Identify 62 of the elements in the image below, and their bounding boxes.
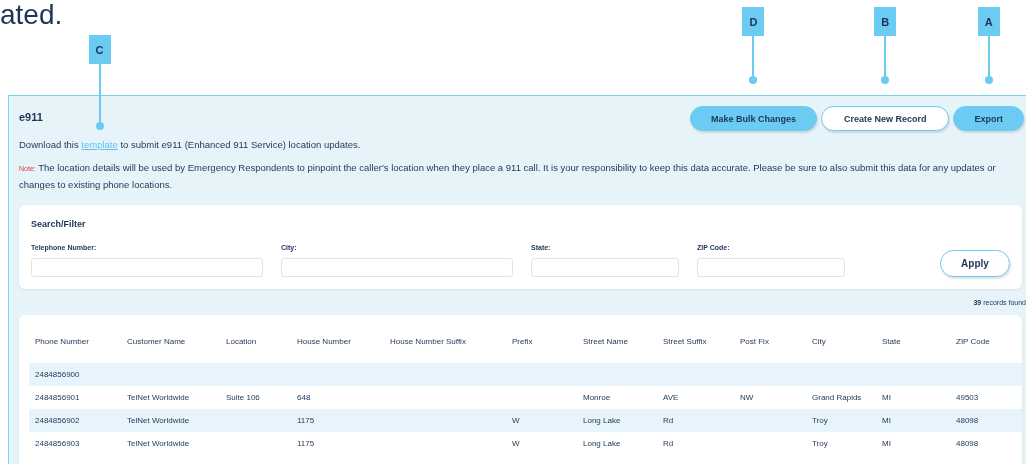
- table-cell-text: MI: [881, 393, 892, 402]
- table-cell-text: 648: [296, 393, 312, 402]
- column-header: Street Name: [582, 337, 629, 348]
- table-cell-text: AVE: [662, 393, 680, 402]
- table-cell-text: TelNet Worldwide: [126, 439, 191, 448]
- column-header: Phone Number: [34, 337, 90, 348]
- table-cell-text: MI: [881, 416, 892, 425]
- column-header: State: [881, 337, 902, 348]
- filter-input[interactable]: [281, 258, 513, 277]
- column-header: Post Fix: [739, 337, 770, 348]
- table-row[interactable]: 2484856900: [29, 363, 1022, 386]
- column-header: House Number: [296, 337, 352, 348]
- table-cell-text: 2484856903: [34, 439, 81, 448]
- table-cell-text: Long Lake: [582, 416, 622, 425]
- table-cell-text: 1175: [296, 439, 316, 448]
- table-cell-text: 2484856901: [34, 393, 81, 402]
- action-button[interactable]: Make Bulk Changes: [689, 106, 817, 131]
- callout-label: A: [977, 7, 1000, 36]
- callout-label: B: [874, 7, 897, 36]
- table-cell-text: TelNet Worldwide: [126, 416, 191, 425]
- leader-line: [94, 64, 105, 130]
- leader-line: [983, 36, 994, 84]
- callout-label: C: [88, 35, 111, 64]
- table-cell-text: W: [511, 439, 521, 448]
- column-header: Street Suffix: [662, 337, 708, 348]
- column-header: Customer Name: [126, 337, 187, 348]
- table-cell-text: Monroe: [582, 393, 612, 402]
- column-header: Location: [225, 337, 258, 348]
- table-cell-text: Suite 106: [225, 393, 261, 402]
- column-header: House Number Suffix: [389, 337, 467, 348]
- filter-input[interactable]: [31, 258, 263, 277]
- leader-line: [880, 36, 891, 84]
- table-cell-text: Grand Rapids: [811, 393, 863, 402]
- table-cell-text: 1175: [296, 416, 316, 425]
- table-cell-text: 2484856902: [34, 416, 81, 425]
- table-cell-text: 49503: [955, 393, 980, 402]
- filter-title: Search/Filter: [31, 219, 87, 229]
- action-button[interactable]: Export: [953, 106, 1024, 131]
- column-header: City: [811, 337, 827, 348]
- panel-title: e911: [19, 111, 43, 123]
- outline-button[interactable]: Create New Record: [820, 106, 950, 131]
- heading-fragment: ated.: [0, 0, 63, 30]
- table-cell-text: 48098: [955, 439, 980, 448]
- table-cell-text: MI: [881, 439, 892, 448]
- leader-line: [748, 36, 759, 84]
- table-cell-text: Rd: [662, 439, 675, 448]
- table-cell-text: TelNet Worldwide: [126, 393, 191, 402]
- table-cell-text: Troy: [811, 439, 829, 448]
- callout-label: D: [742, 7, 765, 36]
- table-cell-text: W: [511, 416, 521, 425]
- apply-button[interactable]: Apply: [940, 250, 1010, 277]
- filter-input[interactable]: [531, 258, 679, 277]
- filter-input[interactable]: [697, 258, 845, 277]
- table-cell-text: Long Lake: [582, 439, 622, 448]
- table-cell-text: NW: [739, 393, 755, 402]
- column-header: ZIP Code: [955, 337, 991, 348]
- column-header: Prefix: [511, 337, 534, 348]
- table-cell-text: Rd: [662, 416, 675, 425]
- table-row[interactable]: 2484856902 TelNet Worldwide 1175 W Long Lake Rd Troy MI 48098: [29, 409, 1022, 432]
- table-cell-text: 48098: [955, 416, 980, 425]
- table-cell-text: Troy: [811, 416, 829, 425]
- table-cell-text: 2484856900: [34, 370, 81, 379]
